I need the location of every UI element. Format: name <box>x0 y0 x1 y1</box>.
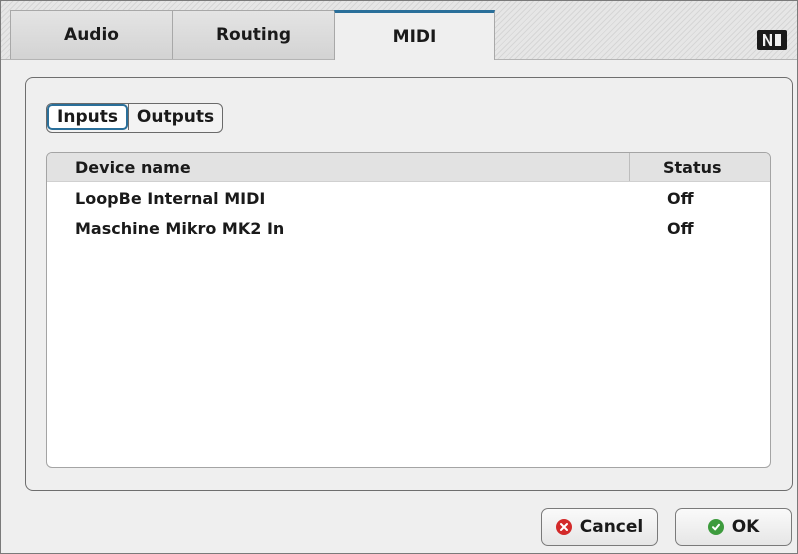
column-device-name[interactable]: Device name <box>75 158 191 177</box>
cancel-icon <box>555 519 572 535</box>
ni-logo-icon <box>757 30 787 50</box>
device-row[interactable]: Maschine Mikro MK2 In Off <box>47 213 770 243</box>
device-name: Maschine Mikro MK2 In <box>75 219 285 238</box>
device-status[interactable]: Off <box>667 189 694 208</box>
check-icon <box>707 519 724 535</box>
device-list: Device name Status LoopBe Internal MIDI … <box>46 152 771 468</box>
cancel-button[interactable]: Cancel <box>541 508 658 546</box>
list-header: Device name Status <box>47 153 770 182</box>
device-name: LoopBe Internal MIDI <box>75 189 266 208</box>
x-mark-icon <box>559 523 568 531</box>
tab-bar: Audio Routing MIDI <box>1 1 797 60</box>
cancel-label: Cancel <box>579 517 644 537</box>
tab-audio[interactable]: Audio <box>10 10 173 59</box>
tab-routing[interactable]: Routing <box>172 10 335 59</box>
inputs-outputs-toggle: Inputs Outputs <box>46 103 223 133</box>
inputs-button[interactable]: Inputs <box>47 104 128 130</box>
midi-panel: Inputs Outputs Device name Status LoopBe… <box>25 77 793 491</box>
column-divider[interactable] <box>629 153 630 181</box>
ok-button[interactable]: OK <box>675 508 792 546</box>
outputs-button[interactable]: Outputs <box>128 104 222 130</box>
ni-logo-i <box>775 34 781 46</box>
preferences-window: Audio Routing MIDI Inputs Outputs Device… <box>0 0 798 554</box>
device-status[interactable]: Off <box>667 219 694 238</box>
ni-logo-n <box>763 34 772 46</box>
checkmark-icon <box>711 523 720 531</box>
tab-midi[interactable]: MIDI <box>334 10 495 60</box>
ok-label: OK <box>731 517 760 537</box>
device-row[interactable]: LoopBe Internal MIDI Off <box>47 183 770 213</box>
column-status[interactable]: Status <box>663 158 722 177</box>
